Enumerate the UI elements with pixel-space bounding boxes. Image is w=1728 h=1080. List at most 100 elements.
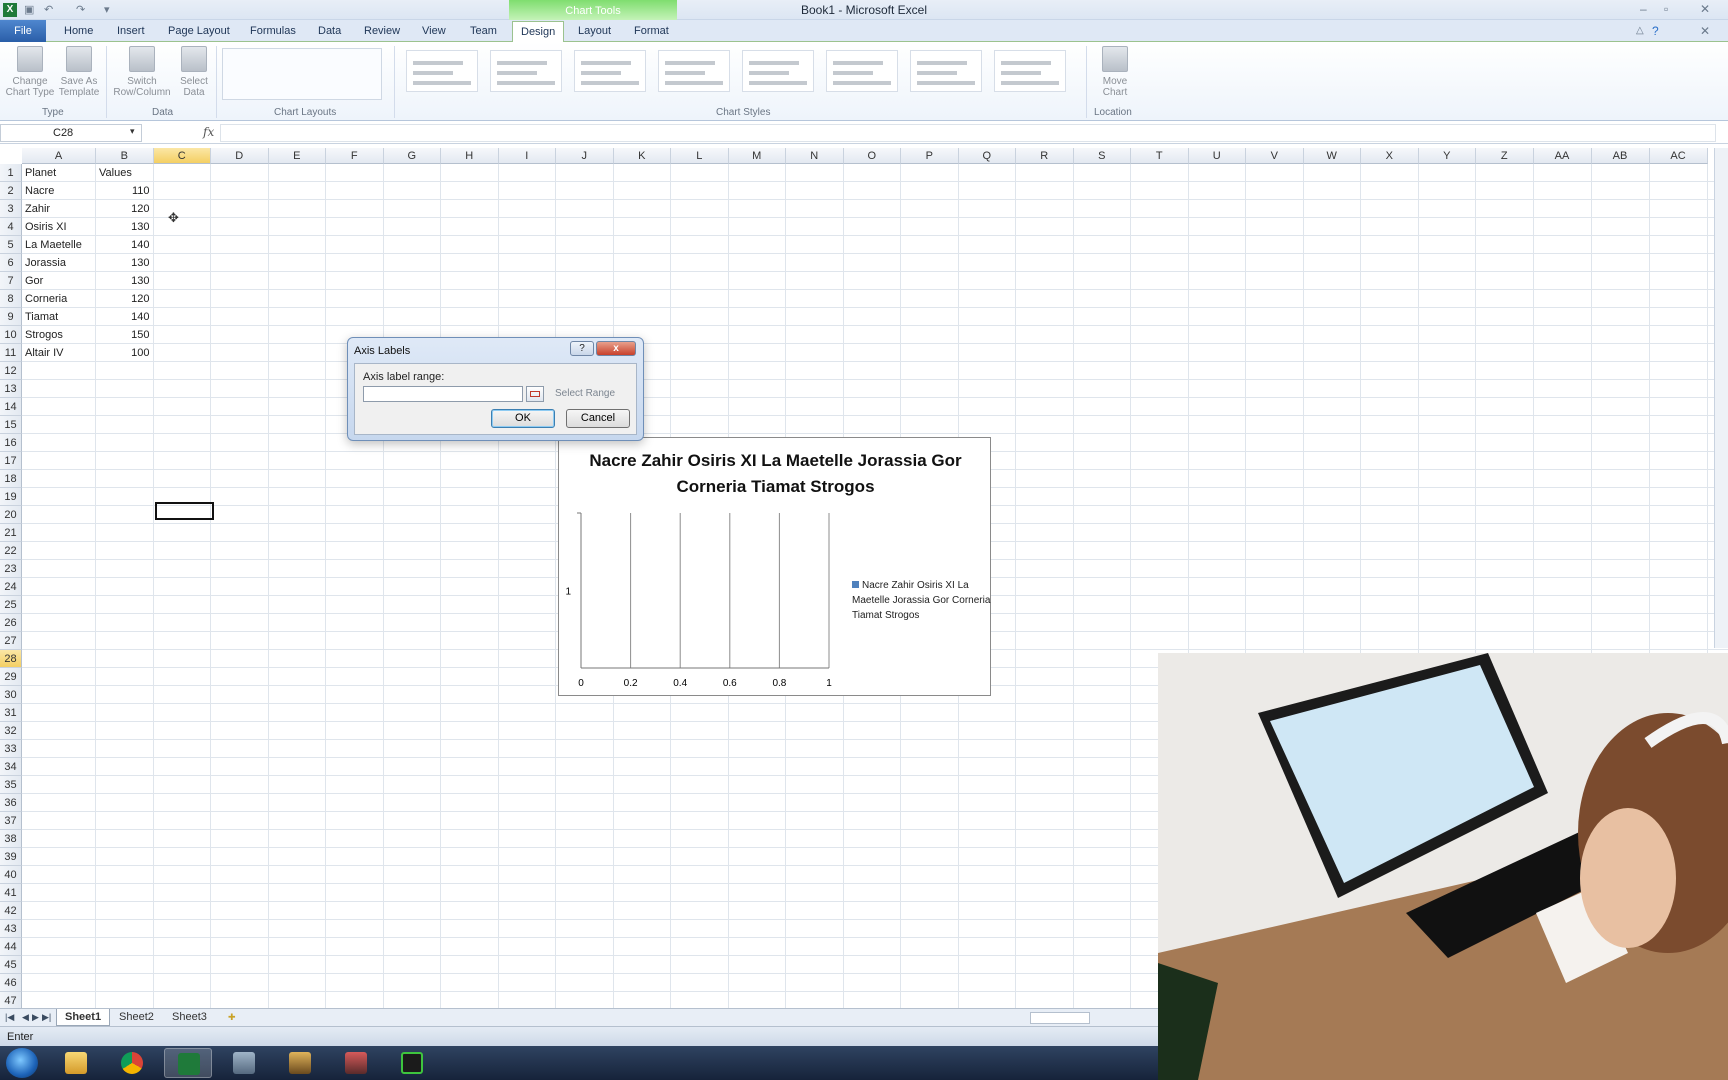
chart-legend[interactable]: Nacre Zahir Osiris XI La Maetelle Jorass… (852, 578, 992, 623)
row-header-15[interactable]: 15 (0, 416, 22, 434)
row-header-24[interactable]: 24 (0, 578, 22, 596)
tab-formulas[interactable]: Formulas (250, 25, 296, 37)
vertical-scrollbar[interactable] (1714, 148, 1728, 648)
column-header-b[interactable]: B (96, 148, 154, 164)
row-header-1[interactable]: 1 (0, 164, 22, 182)
chart-style-4[interactable] (658, 50, 730, 92)
row-header-42[interactable]: 42 (0, 902, 22, 920)
change-chart-type-button[interactable]: Change Chart Type (4, 46, 56, 98)
tab-home[interactable]: Home (64, 25, 93, 37)
tab-view[interactable]: View (422, 25, 446, 37)
row-header-30[interactable]: 30 (0, 686, 22, 704)
chart-style-1[interactable] (406, 50, 478, 92)
row-header-37[interactable]: 37 (0, 812, 22, 830)
name-box-dropdown-icon[interactable]: ▾ (130, 126, 135, 137)
axis-label-range-input[interactable] (363, 386, 523, 402)
cell-b1[interactable]: Values (99, 164, 150, 182)
column-header-o[interactable]: O (843, 148, 901, 164)
row-header-44[interactable]: 44 (0, 938, 22, 956)
cell-value[interactable]: 130 (99, 254, 149, 272)
tab-format[interactable]: Format (634, 25, 669, 37)
explorer-taskbar-icon[interactable] (52, 1048, 100, 1078)
next-sheet-icon[interactable]: ▶ (32, 1012, 39, 1023)
column-header-e[interactable]: E (268, 148, 326, 164)
cell-value[interactable]: 100 (99, 344, 149, 362)
camtasia-taskbar-icon[interactable] (388, 1048, 436, 1078)
cell-planet[interactable]: Tiamat (25, 308, 92, 326)
switch-row-column-button[interactable]: Switch Row/Column (110, 46, 174, 98)
row-header-26[interactable]: 26 (0, 614, 22, 632)
tab-data[interactable]: Data (318, 25, 341, 37)
chart-object[interactable]: 0 0.2 0.4 0.6 0.8 1 1 Nacre Zahir Osiris XI La… (558, 437, 991, 696)
row-header-18[interactable]: 18 (0, 470, 22, 488)
cancel-button[interactable]: Cancel (566, 409, 630, 428)
active-cell-c28[interactable] (155, 502, 214, 520)
cell-planet[interactable]: Zahir (25, 200, 92, 218)
row-header-38[interactable]: 38 (0, 830, 22, 848)
chart-style-7[interactable] (910, 50, 982, 92)
column-header-q[interactable]: Q (958, 148, 1016, 164)
column-header-x[interactable]: X (1361, 148, 1419, 164)
cell-value[interactable]: 120 (99, 290, 149, 308)
row-header-43[interactable]: 43 (0, 920, 22, 938)
row-header-9[interactable]: 9 (0, 308, 22, 326)
column-header-f[interactable]: F (326, 148, 384, 164)
tab-insert[interactable]: Insert (117, 25, 145, 37)
axis-labels-dialog[interactable]: Axis Labels ? x Axis label range: Select… (347, 337, 644, 441)
row-header-40[interactable]: 40 (0, 866, 22, 884)
first-sheet-icon[interactable]: |◀ (5, 1012, 14, 1023)
app-taskbar-icon[interactable] (276, 1048, 324, 1078)
cell-value[interactable]: 130 (99, 272, 149, 290)
collapse-dialog-icon[interactable] (526, 386, 544, 402)
tab-layout[interactable]: Layout (578, 25, 611, 37)
row-header-4[interactable]: 4 (0, 218, 22, 236)
row-header-41[interactable]: 41 (0, 884, 22, 902)
minimize-icon[interactable]: – (1640, 2, 1647, 16)
chrome-taskbar-icon[interactable] (108, 1048, 156, 1078)
last-sheet-icon[interactable]: ▶| (42, 1012, 51, 1023)
cell-planet[interactable]: La Maetelle (25, 236, 92, 254)
tab-page-layout[interactable]: Page Layout (168, 25, 230, 37)
move-chart-button[interactable]: Move Chart (1094, 46, 1136, 98)
row-header-3[interactable]: 3 (0, 200, 22, 218)
tab-review[interactable]: Review (364, 25, 400, 37)
column-header-n[interactable]: N (786, 148, 844, 164)
row-header-20[interactable]: 20 (0, 506, 22, 524)
column-header-h[interactable]: H (441, 148, 499, 164)
start-button-icon[interactable] (6, 1048, 38, 1078)
row-header-6[interactable]: 6 (0, 254, 22, 272)
row-header-8[interactable]: 8 (0, 290, 22, 308)
row-header-16[interactable]: 16 (0, 434, 22, 452)
maximize-icon[interactable]: ▫ (1664, 2, 1668, 16)
row-header-33[interactable]: 33 (0, 740, 22, 758)
select-data-button[interactable]: Select Data (176, 46, 212, 98)
chart-title[interactable]: Nacre Zahir Osiris XI La Maetelle Jorass… (559, 448, 992, 500)
column-header-s[interactable]: S (1073, 148, 1131, 164)
row-header-39[interactable]: 39 (0, 848, 22, 866)
column-header-p[interactable]: P (901, 148, 959, 164)
column-header-i[interactable]: I (498, 148, 556, 164)
column-header-g[interactable]: G (383, 148, 441, 164)
save-as-template-button[interactable]: Save As Template (56, 46, 102, 98)
cell-value[interactable]: 130 (99, 218, 149, 236)
dialog-help-button[interactable]: ? (570, 341, 594, 356)
row-header-31[interactable]: 31 (0, 704, 22, 722)
row-header-13[interactable]: 13 (0, 380, 22, 398)
chart-layouts-gallery[interactable] (222, 48, 382, 100)
cell-value[interactable]: 110 (99, 182, 150, 200)
column-header-l[interactable]: L (671, 148, 729, 164)
column-header-m[interactable]: M (728, 148, 786, 164)
prev-sheet-icon[interactable]: ◀ (22, 1012, 29, 1023)
cell-planet[interactable]: Altair IV (25, 344, 92, 362)
chart-style-5[interactable] (742, 50, 814, 92)
row-header-10[interactable]: 10 (0, 326, 22, 344)
sheet-tab-sheet3[interactable]: Sheet3 (164, 1009, 215, 1026)
column-header-u[interactable]: U (1188, 148, 1246, 164)
row-header-2[interactable]: 2 (0, 182, 22, 200)
row-header-5[interactable]: 5 (0, 236, 22, 254)
column-header-ab[interactable]: AB (1591, 148, 1650, 164)
cell-planet[interactable]: Jorassia (25, 254, 92, 272)
row-header-36[interactable]: 36 (0, 794, 22, 812)
row-header-34[interactable]: 34 (0, 758, 22, 776)
cell-a1[interactable]: Planet (25, 164, 92, 182)
